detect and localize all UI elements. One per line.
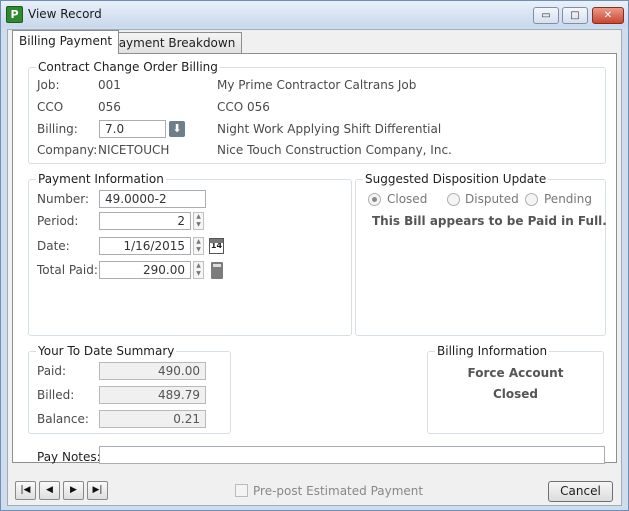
total-paid-label: Total Paid: (37, 263, 98, 277)
billing-info-group: Billing Information Force Account Closed (427, 344, 604, 434)
billing-description: Night Work Applying Shift Differential (217, 122, 442, 136)
company-label: Company: (37, 143, 98, 157)
company-name: Nice Touch Construction Company, Inc. (217, 143, 452, 157)
date-input[interactable]: 1/16/2015 (99, 237, 191, 255)
pending-radio-label: Pending (544, 192, 592, 206)
total-paid-input[interactable]: 290.00 (99, 261, 191, 279)
period-spinner[interactable]: ▲ ▼ (193, 212, 204, 230)
date-label: Date: (37, 239, 70, 253)
period-input[interactable]: 2 (99, 212, 191, 230)
arrow-down-icon: ⬇ (172, 122, 182, 135)
billing-label: Billing: (37, 122, 78, 136)
tab-payment-breakdown[interactable]: Payment Breakdown (105, 32, 243, 54)
cco-label: CCO (37, 100, 64, 114)
app-icon: P (6, 6, 23, 23)
calculator-icon[interactable] (211, 262, 223, 279)
number-label: Number: (37, 192, 90, 206)
tab-panel: Contract Change Order Billing Job: 001 M… (12, 53, 617, 464)
last-record-button[interactable]: ▶| (87, 481, 108, 500)
close-button[interactable]: ✕ (592, 7, 624, 24)
billed-value: 489.79 (99, 386, 206, 404)
billing-info-legend: Billing Information (435, 344, 550, 358)
summary-group: Your To Date Summary Paid: 490.00 Billed… (28, 344, 231, 434)
pending-radio[interactable] (525, 193, 538, 206)
contract-legend: Contract Change Order Billing (36, 60, 220, 74)
date-spinner[interactable]: ▲ ▼ (193, 237, 204, 255)
total-paid-spinner[interactable]: ▲ ▼ (193, 261, 204, 279)
minimize-button[interactable]: ▭ (533, 7, 559, 24)
dialog-body: Billing Payment Payment Breakdown Contra… (7, 29, 622, 506)
disposition-legend: Suggested Disposition Update (363, 172, 549, 186)
disputed-radio-label: Disputed (465, 192, 519, 206)
billing-info-status: Closed (492, 387, 539, 401)
disposition-message: This Bill appears to be Paid in Full. (372, 214, 607, 228)
prev-record-button[interactable]: ◀ (39, 481, 60, 500)
cancel-button[interactable]: Cancel (548, 481, 613, 502)
tab-billing-payment[interactable]: Billing Payment (12, 30, 120, 54)
summary-legend: Your To Date Summary (36, 344, 177, 358)
closed-radio[interactable] (368, 193, 381, 206)
disputed-radio[interactable] (447, 193, 460, 206)
billing-input[interactable]: 7.0 (99, 120, 166, 138)
window-title: View Record (28, 7, 102, 21)
job-name: My Prime Contractor Caltrans Job (217, 78, 417, 92)
payment-legend: Payment Information (36, 172, 166, 186)
closed-radio-label: Closed (387, 192, 428, 206)
first-record-button[interactable]: |◀ (15, 481, 36, 500)
payment-group: Payment Information Number: 49.0000-2 Pe… (28, 172, 352, 336)
maximize-button[interactable]: □ (562, 7, 588, 24)
pay-notes-input[interactable] (99, 446, 605, 464)
prepost-label: Pre-post Estimated Payment (253, 484, 424, 498)
billing-lookup-button[interactable]: ⬇ (169, 121, 185, 137)
contract-group: Contract Change Order Billing Job: 001 M… (28, 60, 606, 164)
job-label: Job: (37, 78, 60, 92)
next-record-button[interactable]: ▶ (63, 481, 84, 500)
number-input[interactable]: 49.0000-2 (99, 190, 206, 208)
title-bar[interactable]: P View Record ▭ □ ✕ (1, 1, 628, 27)
calendar-icon[interactable]: 14 (209, 238, 224, 254)
disposition-group: Suggested Disposition Update Closed Disp… (355, 172, 607, 336)
prepost-checkbox[interactable] (235, 484, 248, 497)
period-label: Period: (37, 214, 79, 228)
balance-label: Balance: (37, 412, 89, 426)
billing-info-type: Force Account (467, 366, 564, 380)
billed-label: Billed: (37, 388, 75, 402)
job-value: 001 (98, 78, 121, 92)
view-record-window: P View Record ▭ □ ✕ Billing Payment Paym… (0, 0, 629, 511)
pay-notes-label: Pay Notes: (37, 450, 101, 464)
cco-value: 056 (98, 100, 121, 114)
paid-value: 490.00 (99, 362, 206, 380)
cco-name: CCO 056 (217, 100, 270, 114)
balance-value: 0.21 (99, 410, 206, 428)
paid-label: Paid: (37, 364, 67, 378)
company-value: NICETOUCH (98, 143, 170, 157)
